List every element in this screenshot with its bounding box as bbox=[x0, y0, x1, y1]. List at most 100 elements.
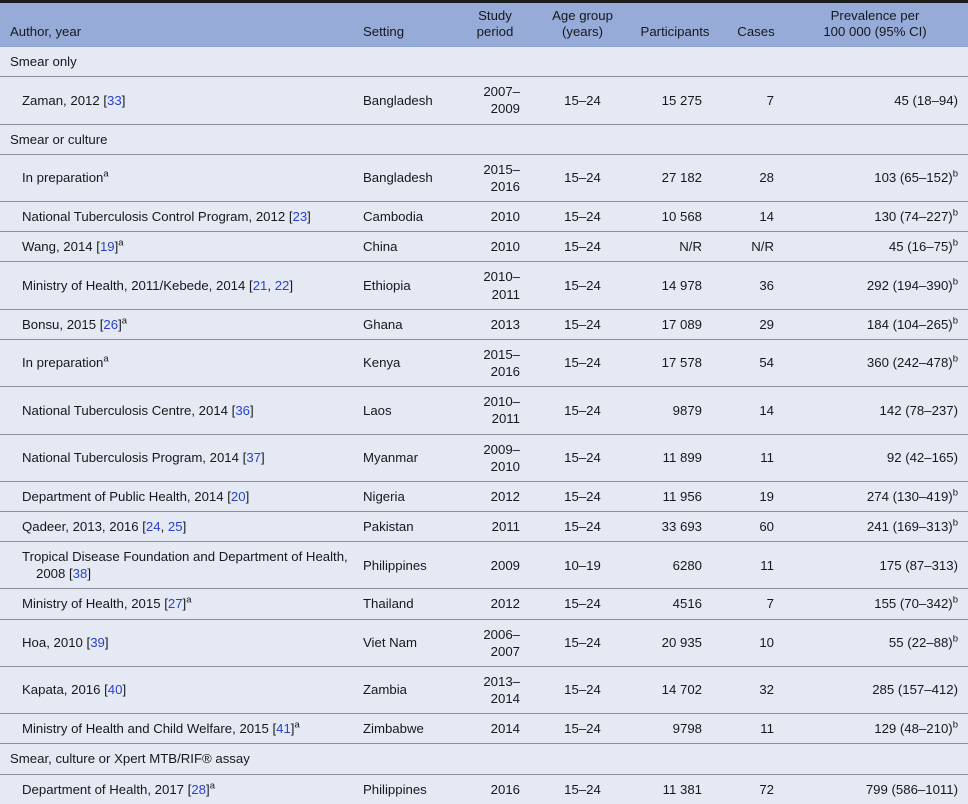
cell-study-period: 2016 bbox=[455, 774, 535, 804]
cell-author-year: In preparationa bbox=[0, 339, 355, 386]
section-header-row: Smear, culture or Xpert MTB/RIF® assay bbox=[0, 744, 968, 774]
reference-link[interactable]: 38 bbox=[73, 566, 88, 581]
footnote-marker: b bbox=[953, 720, 958, 731]
column-header-author-label: Author, year bbox=[10, 24, 81, 39]
cell-prevalence: 55 (22–88)b bbox=[792, 619, 968, 666]
cell-cases: 10 bbox=[720, 619, 792, 666]
cell-author-year: National Tuberculosis Control Program, 2… bbox=[0, 202, 355, 232]
cell-author-year: National Tuberculosis Program, 2014 [37] bbox=[0, 434, 355, 481]
table-row: Hoa, 2010 [39]Viet Nam2006–200715–2420 9… bbox=[0, 619, 968, 666]
table-row: Ministry of Health, 2015 [27]aThailand20… bbox=[0, 589, 968, 619]
cell-author-year: Ministry of Health, 2011/Kebede, 2014 [2… bbox=[0, 262, 355, 309]
section-header-label: Smear or culture bbox=[0, 124, 968, 154]
table-row: National Tuberculosis Centre, 2014 [36]L… bbox=[0, 387, 968, 434]
footnote-marker: b bbox=[953, 238, 958, 249]
table-row: Qadeer, 2013, 2016 [24, 25]Pakistan20111… bbox=[0, 511, 968, 541]
cell-prevalence: 292 (194–390)b bbox=[792, 262, 968, 309]
column-header-participants-label: Participants bbox=[641, 24, 710, 39]
cell-cases: 28 bbox=[720, 154, 792, 201]
cell-prevalence: 241 (169–313)b bbox=[792, 511, 968, 541]
reference-link[interactable]: 25 bbox=[168, 519, 183, 534]
reference-link[interactable]: 37 bbox=[246, 450, 261, 465]
cell-participants: 14 702 bbox=[630, 666, 720, 713]
table-row: In preparationaKenya2015–201615–2417 578… bbox=[0, 339, 968, 386]
table-row: National Tuberculosis Control Program, 2… bbox=[0, 202, 968, 232]
reference-link[interactable]: 21 bbox=[253, 278, 268, 293]
cell-participants: 11 381 bbox=[630, 774, 720, 804]
cell-cases: 14 bbox=[720, 202, 792, 232]
cell-prevalence: 274 (130–419)b bbox=[792, 481, 968, 511]
tb-prevalence-studies-table: Author, year Setting Study period Age gr… bbox=[0, 3, 968, 804]
reference-link[interactable]: 33 bbox=[107, 93, 122, 108]
cell-participants: 10 568 bbox=[630, 202, 720, 232]
cell-prevalence: 285 (157–412) bbox=[792, 666, 968, 713]
cell-age-group: 15–24 bbox=[535, 154, 630, 201]
cell-study-period: 2010–2011 bbox=[455, 262, 535, 309]
table-header: Author, year Setting Study period Age gr… bbox=[0, 3, 968, 47]
reference-link[interactable]: 22 bbox=[275, 278, 290, 293]
table-row: Department of Health, 2017 [28]aPhilippi… bbox=[0, 774, 968, 804]
reference-link[interactable]: 26 bbox=[103, 317, 118, 332]
reference-link[interactable]: 39 bbox=[90, 635, 105, 650]
cell-study-period: 2012 bbox=[455, 481, 535, 511]
table-header-row: Author, year Setting Study period Age gr… bbox=[0, 3, 968, 47]
cell-setting: Philippines bbox=[355, 774, 455, 804]
cell-participants: 20 935 bbox=[630, 619, 720, 666]
cell-author-year: In preparationa bbox=[0, 154, 355, 201]
cell-setting: China bbox=[355, 232, 455, 262]
reference-link[interactable]: 20 bbox=[231, 489, 246, 504]
cell-author-year: Tropical Disease Foundation and Departme… bbox=[0, 542, 355, 589]
reference-link[interactable]: 41 bbox=[276, 721, 291, 736]
cell-prevalence: 799 (586–1011) bbox=[792, 774, 968, 804]
cell-age-group: 15–24 bbox=[535, 262, 630, 309]
cell-age-group: 15–24 bbox=[535, 202, 630, 232]
cell-cases: 11 bbox=[720, 434, 792, 481]
cell-author-year: Ministry of Health and Child Welfare, 20… bbox=[0, 714, 355, 744]
cell-age-group: 15–24 bbox=[535, 619, 630, 666]
cell-cases: 72 bbox=[720, 774, 792, 804]
footnote-marker: b bbox=[953, 169, 958, 180]
table-row: National Tuberculosis Program, 2014 [37]… bbox=[0, 434, 968, 481]
cell-study-period: 2014 bbox=[455, 714, 535, 744]
cell-participants: N/R bbox=[630, 232, 720, 262]
reference-link[interactable]: 19 bbox=[100, 239, 115, 254]
cell-study-period: 2015–2016 bbox=[455, 154, 535, 201]
cell-participants: 9879 bbox=[630, 387, 720, 434]
cell-cases: 11 bbox=[720, 542, 792, 589]
cell-author-year: Department of Health, 2017 [28]a bbox=[0, 774, 355, 804]
table-row: In preparationaBangladesh2015–201615–242… bbox=[0, 154, 968, 201]
reference-link[interactable]: 40 bbox=[108, 682, 123, 697]
column-header-author: Author, year bbox=[0, 3, 355, 47]
footnote-marker: b bbox=[953, 277, 958, 288]
reference-link[interactable]: 27 bbox=[168, 596, 183, 611]
column-header-prevalence-line2: 100 000 (95% CI) bbox=[823, 24, 926, 39]
column-header-study-period: Study period bbox=[455, 3, 535, 47]
cell-prevalence: 175 (87–313) bbox=[792, 542, 968, 589]
reference-link[interactable]: 24 bbox=[146, 519, 161, 534]
table-body: Smear onlyZaman, 2012 [33]Bangladesh2007… bbox=[0, 47, 968, 804]
cell-study-period: 2010 bbox=[455, 232, 535, 262]
table-row: Bonsu, 2015 [26]aGhana201315–2417 089291… bbox=[0, 309, 968, 339]
footnote-marker: b bbox=[953, 518, 958, 529]
cell-author-year: Bonsu, 2015 [26]a bbox=[0, 309, 355, 339]
cell-age-group: 15–24 bbox=[535, 774, 630, 804]
reference-link[interactable]: 28 bbox=[191, 782, 206, 797]
reference-link[interactable]: 36 bbox=[235, 403, 250, 418]
cell-author-year: Wang, 2014 [19]a bbox=[0, 232, 355, 262]
cell-study-period: 2010–2011 bbox=[455, 387, 535, 434]
cell-author-year: Qadeer, 2013, 2016 [24, 25] bbox=[0, 511, 355, 541]
cell-setting: Pakistan bbox=[355, 511, 455, 541]
cell-cases: 19 bbox=[720, 481, 792, 511]
cell-participants: 14 978 bbox=[630, 262, 720, 309]
cell-study-period: 2006–2007 bbox=[455, 619, 535, 666]
cell-participants: 17 578 bbox=[630, 339, 720, 386]
column-header-participants: Participants bbox=[630, 3, 720, 47]
cell-participants: 11 899 bbox=[630, 434, 720, 481]
table-row: Ministry of Health, 2011/Kebede, 2014 [2… bbox=[0, 262, 968, 309]
column-header-cases: Cases bbox=[720, 3, 792, 47]
cell-setting: Zambia bbox=[355, 666, 455, 713]
reference-link[interactable]: 23 bbox=[292, 209, 307, 224]
cell-participants: 11 956 bbox=[630, 481, 720, 511]
cell-study-period: 2012 bbox=[455, 589, 535, 619]
cell-cases: 7 bbox=[720, 77, 792, 124]
